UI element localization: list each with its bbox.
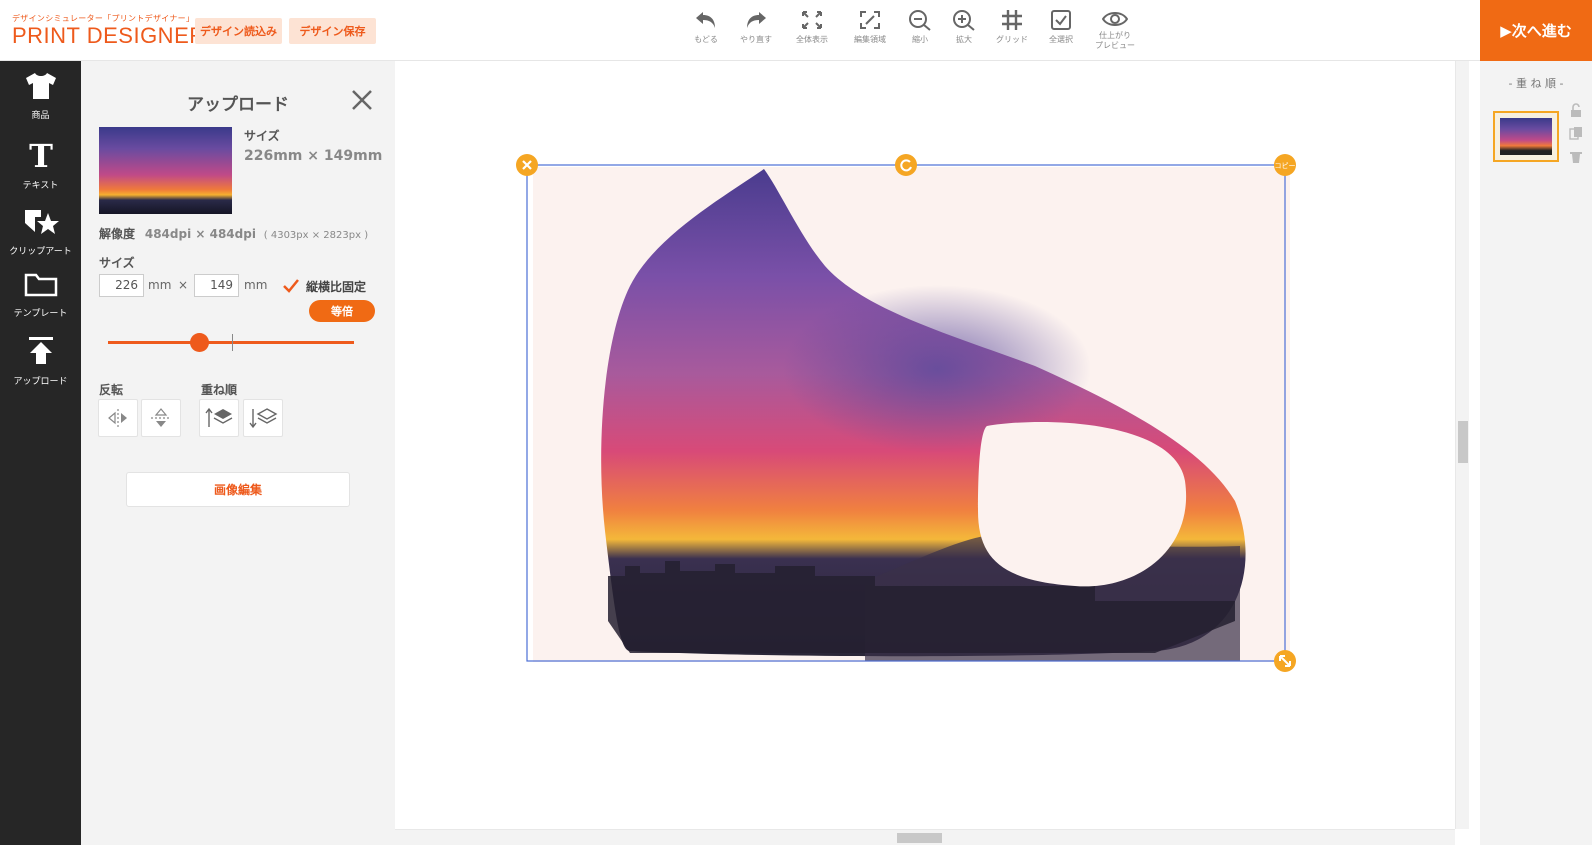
scale-slider-thumb[interactable] xyxy=(190,333,209,352)
zoom-in-icon xyxy=(953,10,975,31)
eye-icon xyxy=(1102,12,1128,26)
height-unit: mm xyxy=(244,278,268,292)
layer-panel-title: - 重 ね 順 - xyxy=(1508,77,1564,90)
lock-ratio-label: 縦横比固定 xyxy=(306,280,367,294)
flip-vertical-button[interactable] xyxy=(141,399,181,437)
select-all-icon xyxy=(1051,10,1071,30)
preview-label: 仕上がり xyxy=(1099,31,1131,40)
copy-handle[interactable]: コピー xyxy=(1274,154,1296,176)
horizontal-scrollbar[interactable] xyxy=(395,829,1455,845)
canvas-svg: コピー xyxy=(516,154,1296,672)
redo-button[interactable]: やり直す xyxy=(728,9,784,45)
flip-vertical-icon xyxy=(151,408,171,427)
flip-label: 反転 xyxy=(99,383,124,397)
clipart-icon xyxy=(24,210,59,234)
select-all-button[interactable]: 全選択 xyxy=(1033,9,1089,45)
nav-item-product[interactable]: 商品 xyxy=(0,71,81,121)
resolution-row: 解像度 484dpi × 484dpi ( 4303px × 2823px ) xyxy=(99,225,368,242)
resolution-value: 484dpi × 484dpi xyxy=(144,227,256,241)
preview-button[interactable]: 仕上がり プレビュー xyxy=(1087,9,1143,51)
edit-area-icon xyxy=(860,11,880,29)
bring-forward-icon xyxy=(205,407,233,427)
folder-icon xyxy=(24,273,57,297)
panel-title: アップロード xyxy=(187,95,289,115)
copy-icon[interactable] xyxy=(1569,126,1583,140)
design-canvas[interactable]: コピー xyxy=(395,61,1455,845)
fit-label: 全体表示 xyxy=(796,35,828,44)
order-label: 重ね順 xyxy=(201,383,238,397)
size-input-label: サイズ xyxy=(99,256,135,270)
scale-slider-tick xyxy=(232,334,233,351)
horizontal-scroll-thumb[interactable] xyxy=(897,833,942,843)
layer-panel: - 重 ね 順 - xyxy=(1480,61,1592,845)
flip-horizontal-icon xyxy=(108,409,127,427)
nav-item-clipart[interactable]: クリップアート xyxy=(0,207,81,257)
resolution-label: 解像度 xyxy=(99,227,136,241)
header: デザインシミュレーター「プリントデザイナー」 PRINT DESIGNER デザ… xyxy=(0,0,1592,61)
close-icon[interactable] xyxy=(351,89,373,111)
nav-item-upload[interactable]: アップロード xyxy=(0,335,81,387)
copy-handle-label: コピー xyxy=(1275,162,1296,170)
edit-area-button[interactable]: 編集領域 xyxy=(842,9,898,45)
undo-button[interactable]: もどる xyxy=(678,9,734,45)
undo-label: もどる xyxy=(694,35,718,44)
size-label: サイズ xyxy=(244,129,280,143)
image-thumbnail xyxy=(99,127,232,214)
upload-icon xyxy=(28,337,53,364)
trash-icon[interactable] xyxy=(1569,150,1583,164)
bring-forward-button[interactable] xyxy=(199,399,239,437)
zoom-out-icon xyxy=(909,10,931,31)
fit-button[interactable]: 全体表示 xyxy=(784,9,840,45)
nav-label-template: テンプレート xyxy=(13,309,68,319)
grid-label: グリッド xyxy=(996,35,1028,44)
nav-item-text[interactable]: T テキスト xyxy=(0,137,81,191)
upload-panel: アップロード サイズ 226mm × 149mm 解像度 484dpi × 48… xyxy=(81,61,395,845)
size-value: 226mm × 149mm xyxy=(244,148,383,164)
vertical-scroll-thumb[interactable] xyxy=(1458,421,1468,463)
nav-label-clipart: クリップアート xyxy=(9,247,72,257)
resolution-px: ( 4303px × 2823px ) xyxy=(263,230,369,241)
logo[interactable]: デザインシミュレーター「プリントデザイナー」 PRINT DESIGNER xyxy=(12,13,206,47)
image-edit-button[interactable]: 画像編集 xyxy=(126,472,350,507)
text-icon: T xyxy=(29,137,53,175)
delete-handle[interactable] xyxy=(516,154,538,176)
unlock-icon[interactable] xyxy=(1569,103,1583,117)
nav-label-product: 商品 xyxy=(31,111,50,121)
select-all-label: 全選択 xyxy=(1049,35,1073,44)
save-design-button[interactable]: デザイン保存 xyxy=(289,18,376,44)
svg-text:T: T xyxy=(29,139,53,171)
next-button[interactable]: ▶次へ進む xyxy=(1480,0,1592,61)
fit-icon xyxy=(802,11,822,29)
layer-thumbnail-image xyxy=(1500,118,1552,155)
times-sign: × xyxy=(178,278,189,292)
load-design-button[interactable]: デザイン読込み xyxy=(195,18,282,44)
undo-icon xyxy=(696,12,715,28)
send-backward-icon xyxy=(249,408,278,429)
tshirt-icon xyxy=(25,73,56,99)
height-input[interactable]: 149 xyxy=(194,274,239,297)
equal-size-button[interactable]: 等倍 xyxy=(309,300,375,322)
left-nav: 商品 T テキスト クリップアート テンプレート アップロード xyxy=(0,61,81,845)
vertical-scrollbar[interactable] xyxy=(1455,61,1469,829)
logo-title: PRINT DESIGNER xyxy=(12,23,206,48)
nav-label-text: テキスト xyxy=(22,181,59,191)
preview-label-2: プレビュー xyxy=(1095,41,1135,50)
flip-horizontal-button[interactable] xyxy=(98,399,138,437)
nav-item-template[interactable]: テンプレート xyxy=(0,271,81,319)
layer-thumbnail[interactable] xyxy=(1493,111,1559,162)
lock-ratio-checkbox[interactable] xyxy=(281,276,301,296)
edit-area-label: 編集領域 xyxy=(854,35,886,44)
grid-button[interactable]: グリッド xyxy=(984,9,1040,45)
width-unit: mm xyxy=(148,278,172,292)
scale-slider-track[interactable] xyxy=(108,341,354,344)
resize-handle[interactable] xyxy=(1274,650,1296,672)
width-input[interactable]: 226 xyxy=(99,274,144,297)
send-backward-button[interactable] xyxy=(243,399,283,437)
rotate-handle[interactable] xyxy=(895,154,917,176)
redo-label: やり直す xyxy=(740,35,772,44)
nav-label-upload: アップロード xyxy=(13,377,68,387)
redo-icon xyxy=(747,12,766,28)
grid-icon xyxy=(1002,10,1022,30)
